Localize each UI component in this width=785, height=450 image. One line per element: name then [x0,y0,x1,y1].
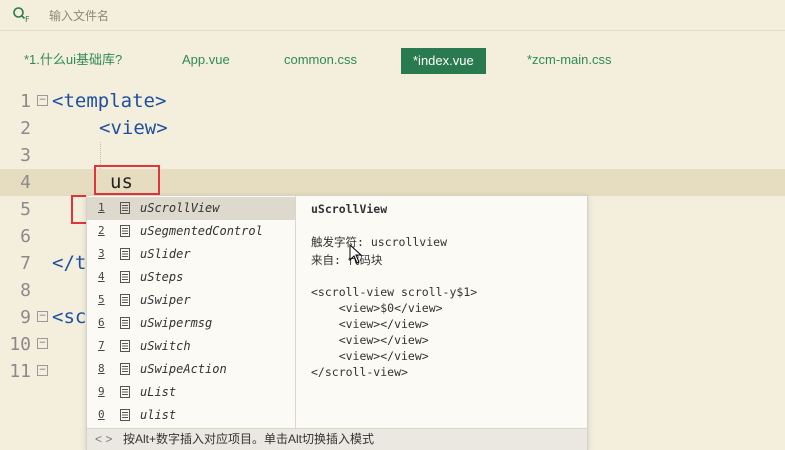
tab-common-css[interactable]: common.css [284,46,357,72]
fold-toggle-icon[interactable]: − [37,338,48,349]
snippet-icon [120,225,130,237]
code-text: <view> [99,117,168,139]
snippet-icon [120,386,130,398]
detail-code-line: <view>$0</view> [311,301,443,315]
suggestion-number: 2 [98,224,105,237]
suggestion-number: 4 [98,270,105,283]
line-number: 7 [20,253,31,274]
line-number: 6 [20,226,31,247]
tab-zcm-main-css[interactable]: *zcm-main.css [527,46,612,72]
suggestion-item[interactable]: 2 uSegmentedControl [87,220,295,243]
file-search-bar[interactable]: F 输入文件名 [0,0,785,31]
line-number: 1 [20,91,31,112]
suggestion-label: uList [140,385,177,399]
line-number: 8 [20,280,31,301]
suggestion-number: 1 [98,201,105,214]
suggestion-label: uSwipeAction [140,362,227,376]
detail-code-line: <view></view> [311,333,429,347]
suggestion-label: uSteps [140,270,184,284]
tab-ui-basics[interactable]: *1.什么ui基础库? [24,46,122,72]
tab-app-vue[interactable]: App.vue [182,46,230,72]
snippet-icon [120,248,130,260]
snippet-icon [120,363,130,375]
snippet-icon [120,409,130,421]
suggestion-label: ulist [140,408,177,422]
suggestion-item[interactable]: 4 uSteps [87,266,295,289]
detail-code-line: </scroll-view> [311,365,408,379]
suggestion-list[interactable]: 1 uScrollView 2 uSegmentedControl 3 uSli… [87,196,296,428]
suggestion-label: uSwitch [140,339,191,353]
popup-status-bar: < > 按Alt+数字插入对应项目。单击Alt切换插入模式 [87,428,587,450]
line-number: 5 [20,199,31,220]
editor-tab-bar: *1.什么ui基础库? App.vue common.css *index.vu… [0,46,785,74]
snippet-icon [120,340,130,352]
suggestion-detail-panel: uScrollView 触发字符: uscrollview 来自: 代码块 <s… [311,196,581,428]
suggestion-number: 9 [98,385,105,398]
search-filter-icon[interactable]: F [12,6,32,24]
suggestion-item[interactable]: 1 uScrollView [87,197,295,220]
autocomplete-popup[interactable]: 1 uScrollView 2 uSegmentedControl 3 uSli… [86,195,588,450]
status-hint: 按Alt+数字插入对应项目。单击Alt切换插入模式 [123,432,375,446]
line-number: 4 [20,172,31,193]
suggestion-number: 6 [98,316,105,329]
snippet-icon [120,202,130,214]
suggestion-item[interactable]: 3 uSlider [87,243,295,266]
suggestion-item[interactable]: 8 uSwipeAction [87,358,295,381]
snippet-icon [120,294,130,306]
suggestion-label: uSegmentedControl [140,224,263,238]
suggestion-number: 7 [98,339,105,352]
suggestion-item[interactable]: 6 uSwipermsg [87,312,295,335]
suggestion-item[interactable]: 9 uList [87,381,295,404]
svg-text:F: F [25,15,30,24]
prev-next-arrows[interactable]: < > [95,429,112,450]
line-number: 10 [9,334,31,355]
tab-index-vue[interactable]: *index.vue [401,48,486,74]
detail-code-line: <view></view> [311,349,429,363]
line-number: 11 [9,361,31,382]
suggestion-label: uSlider [140,247,191,261]
code-line[interactable]: 1 − <template> [0,88,785,115]
detail-title: uScrollView [311,202,388,216]
file-search-input[interactable]: 输入文件名 [49,7,109,24]
fold-toggle-icon[interactable]: − [37,95,48,106]
detail-source: 来自: 代码块 [311,253,383,267]
mouse-pointer-icon [349,244,363,264]
suggestion-label: uSwipermsg [140,316,213,330]
suggestion-number: 8 [98,362,105,375]
line-number: 2 [20,118,31,139]
detail-code-line: <view></view> [311,317,429,331]
detail-code-line: <scroll-view scroll-y$1> [311,285,478,299]
snippet-icon [120,271,130,283]
suggestion-item[interactable]: 0 ulist [87,404,295,427]
fold-toggle-icon[interactable]: − [37,311,48,322]
suggestion-number: 5 [98,293,105,306]
fold-toggle-icon[interactable]: − [37,365,48,376]
suggestion-label: uSwiper [140,293,191,307]
line-number: 3 [20,145,31,166]
code-text: </t [52,252,87,274]
code-text: <template> [52,90,167,112]
code-text: <sc [52,306,87,328]
suggestion-number: 0 [98,408,105,421]
suggestion-label: uScrollView [140,201,220,215]
code-line[interactable]: 2 <view> [0,115,785,142]
snippet-icon [120,317,130,329]
suggestion-number: 3 [98,247,105,260]
suggestion-item[interactable]: 7 uSwitch [87,335,295,358]
line-number: 9 [20,307,31,328]
suggestion-item[interactable]: 5 uSwiper [87,289,295,312]
detail-trigger: 触发字符: uscrollview [311,235,448,249]
highlight-box-typed-text [94,165,160,195]
